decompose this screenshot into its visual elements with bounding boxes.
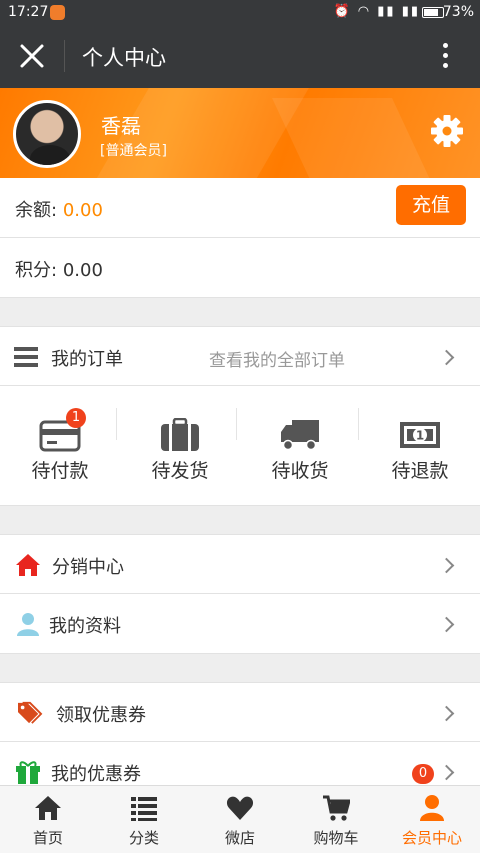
tab-cart[interactable]: 购物车 (288, 786, 384, 853)
points-row: 积分: 0.00 (0, 238, 480, 298)
close-icon[interactable] (14, 38, 50, 74)
coupon-count-badge: 0 (412, 764, 434, 784)
status-bar: 17:27 ⏰ ◠ ▮▮ ▮▮ 73% (0, 0, 480, 24)
tab-label: 微店 (224, 829, 255, 847)
tab-label: 会员中心 (401, 829, 462, 847)
system-icons: ⏰ ◠ ▮▮ ▮▮ (333, 4, 420, 19)
profile-header: 香磊 [普通会员] (0, 88, 480, 178)
distribution-center-row[interactable]: 分销中心 (0, 534, 480, 594)
order-item-label: 待退款 (391, 460, 449, 482)
my-orders-title: 我的订单 (51, 349, 123, 370)
chevron-right-icon (438, 705, 455, 722)
order-item-label: 待收货 (271, 460, 329, 482)
pending-payment-badge: 1 (66, 408, 86, 428)
order-pending-shipment[interactable]: 待发货 (120, 386, 240, 506)
tab-member-center[interactable]: 会员中心 (384, 786, 480, 853)
bottom-tab-bar: 首页 分类 微店 购物车 会员中心 (0, 785, 480, 853)
svg-text:1: 1 (416, 429, 424, 443)
gift-icon (16, 761, 40, 784)
my-profile-row[interactable]: 我的资料 (0, 594, 480, 654)
avatar[interactable] (13, 100, 81, 168)
home-icon (16, 554, 40, 576)
my-orders-row[interactable]: 我的订单 查看我的全部订单 (0, 326, 480, 386)
balance-value: 0.00 (62, 200, 103, 221)
points-label: 积分: 0.00 (15, 260, 103, 281)
suitcase-icon (161, 418, 199, 451)
my-profile-label: 我的资料 (49, 616, 121, 637)
order-divider (236, 408, 237, 440)
status-time: 17:27 (8, 4, 49, 20)
tag-icon (18, 701, 43, 724)
order-status-grid: 1 待付款 待发货 待收货 1 待退款 (0, 386, 480, 506)
list-icon (131, 797, 157, 821)
tab-home[interactable]: 首页 (0, 786, 96, 853)
title-bar: 个人中心 (0, 24, 480, 88)
menu-list-icon (14, 347, 38, 367)
tab-label: 首页 (32, 829, 63, 847)
truck-icon (281, 420, 319, 451)
recharge-button[interactable]: 充值 (396, 185, 466, 225)
order-divider (358, 408, 359, 440)
tab-micro-store[interactable]: 微店 (192, 786, 288, 853)
tab-label: 分类 (128, 829, 159, 847)
member-level: [普通会员] (100, 143, 167, 159)
balance-label: 余额: 0.00 (15, 200, 103, 221)
app-notification-icon (50, 5, 65, 20)
page-title: 个人中心 (82, 46, 166, 70)
user-icon (17, 613, 39, 636)
user-name: 香磊 (101, 114, 141, 138)
chevron-right-icon (438, 349, 455, 366)
battery-percent: 73% (442, 4, 474, 20)
points-value: 0.00 (62, 260, 103, 281)
chevron-right-icon (438, 764, 455, 781)
order-divider (116, 408, 117, 440)
gear-icon[interactable] (430, 114, 464, 148)
cash-icon: 1 (400, 422, 440, 448)
order-item-label: 待付款 (31, 460, 89, 482)
view-all-orders-link[interactable]: 查看我的全部订单 (209, 346, 345, 371)
my-coupons-label: 我的优惠券 (51, 764, 141, 785)
order-pending-payment[interactable]: 1 待付款 (0, 386, 120, 506)
tab-label: 购物车 (313, 829, 359, 847)
order-pending-receipt[interactable]: 待收货 (240, 386, 360, 506)
title-divider (64, 40, 65, 72)
cart-icon (323, 795, 350, 821)
chevron-right-icon (438, 557, 455, 574)
user-icon (420, 795, 444, 821)
battery-icon (422, 7, 444, 18)
heart-icon (226, 796, 254, 820)
order-item-label: 待发货 (151, 460, 209, 482)
order-pending-refund[interactable]: 1 待退款 (360, 386, 480, 506)
chevron-right-icon (438, 616, 455, 633)
more-options-icon[interactable] (438, 40, 452, 74)
balance-row: 余额: 0.00 充值 (0, 178, 480, 238)
distribution-center-label: 分销中心 (52, 557, 124, 578)
tab-category[interactable]: 分类 (96, 786, 192, 853)
home-icon (35, 796, 61, 820)
get-coupons-label: 领取优惠券 (56, 705, 146, 726)
get-coupons-row[interactable]: 领取优惠券 (0, 682, 480, 742)
